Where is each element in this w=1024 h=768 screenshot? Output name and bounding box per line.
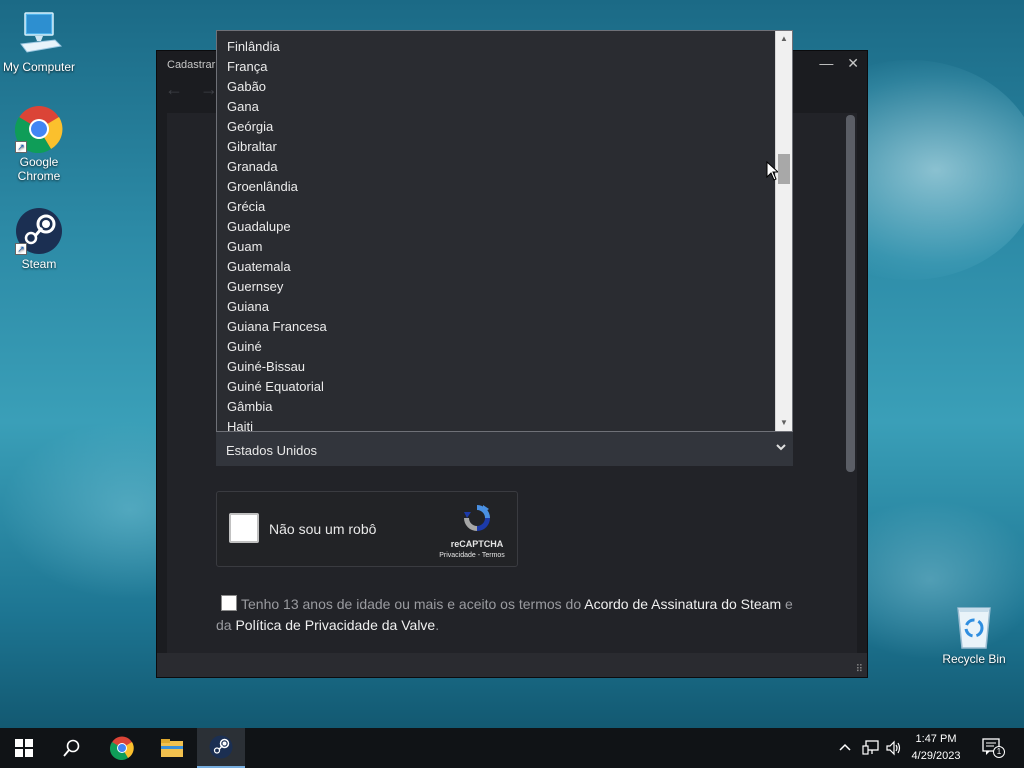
- valve-privacy-policy-link[interactable]: Política de Privacidade da Valve: [235, 617, 435, 633]
- list-item[interactable]: Guiné-Bissau: [217, 357, 775, 377]
- clock-date: 4/29/2023: [911, 750, 961, 762]
- recaptcha-widget: Não sou um robô reCAPTCHA Privacidade - …: [216, 491, 518, 567]
- window-status-bar: ⠿: [157, 653, 867, 677]
- chrome-icon: ↗: [14, 105, 63, 154]
- recaptcha-logo-icon: [461, 502, 493, 534]
- scroll-up-arrow-icon[interactable]: ▲: [776, 31, 792, 47]
- dropdown-items: Finlândia França Gabão Gana Geórgia Gibr…: [217, 31, 775, 431]
- close-button[interactable]: ✕: [847, 55, 859, 71]
- resize-grip-icon[interactable]: ⠿: [856, 664, 863, 675]
- clock-time: 1:47 PM: [915, 733, 957, 745]
- scroll-down-arrow-icon[interactable]: ▼: [776, 415, 792, 431]
- country-select[interactable]: Estados Unidos: [216, 432, 793, 466]
- recaptcha-checkbox[interactable]: [229, 513, 259, 543]
- agreement-text-3: .: [435, 617, 440, 633]
- list-item[interactable]: Gabão: [217, 77, 775, 97]
- list-item-partial[interactable]: [217, 31, 775, 37]
- chevron-down-icon: [775, 441, 787, 456]
- list-item[interactable]: Guiné: [217, 337, 775, 357]
- list-item[interactable]: Guiana Francesa: [217, 317, 775, 337]
- desktop-icon-label: Google Chrome: [17, 155, 61, 183]
- list-item[interactable]: Granada: [217, 157, 775, 177]
- taskbar: 1:47 PM 4/29/2023 1: [0, 728, 1024, 768]
- desktop-icon-label: Steam: [21, 257, 57, 271]
- agreement-text-1: Tenho 13 anos de idade ou mais e aceito …: [241, 596, 585, 612]
- desktop-icon-steam[interactable]: ↗ Steam: [1, 207, 77, 271]
- list-item[interactable]: França: [217, 57, 775, 77]
- network-icon[interactable]: [862, 740, 880, 761]
- country-select-value: Estados Unidos: [226, 443, 318, 458]
- country-dropdown-list[interactable]: Finlândia França Gabão Gana Geórgia Gibr…: [216, 30, 793, 432]
- dropdown-scrollbar-thumb[interactable]: [778, 154, 790, 184]
- list-item[interactable]: Finlândia: [217, 37, 775, 57]
- list-item[interactable]: Groenlândia: [217, 177, 775, 197]
- agreement-checkbox[interactable]: [221, 595, 237, 611]
- shortcut-arrow-icon: ↗: [15, 243, 27, 255]
- desktop-icon-recycle-bin[interactable]: Recycle Bin: [936, 602, 1012, 666]
- list-item[interactable]: Guernsey: [217, 277, 775, 297]
- content-scrollbar-thumb[interactable]: [846, 115, 855, 472]
- notification-center-button[interactable]: 1: [982, 738, 1005, 758]
- chrome-icon: [110, 736, 134, 760]
- recaptcha-brand: reCAPTCHA: [450, 539, 504, 549]
- list-item[interactable]: Grécia: [217, 197, 775, 217]
- window-title: Cadastrar: [167, 59, 216, 71]
- folder-icon: [161, 739, 183, 757]
- list-item[interactable]: Guiné Equatorial: [217, 377, 775, 397]
- system-clock[interactable]: 1:47 PM 4/29/2023: [906, 731, 966, 765]
- shortcut-arrow-icon: ↗: [15, 141, 27, 153]
- desktop-icon-label: Recycle Bin: [942, 652, 1006, 666]
- list-item[interactable]: Gibraltar: [217, 137, 775, 157]
- steam-icon: ↗: [15, 207, 63, 255]
- start-button[interactable]: [0, 728, 48, 768]
- tray-chevron-up-icon[interactable]: [838, 740, 852, 759]
- back-arrow-icon[interactable]: ←: [165, 79, 183, 99]
- search-icon: [63, 739, 80, 757]
- agreement-text: Tenho 13 anos de idade ou mais e aceito …: [216, 594, 796, 636]
- list-item[interactable]: Haiti: [217, 417, 775, 431]
- mouse-cursor-icon: [766, 160, 780, 181]
- dropdown-scrollbar[interactable]: ▲ ▼: [775, 31, 792, 431]
- steam-subscriber-agreement-link[interactable]: Acordo de Assinatura do Steam: [584, 596, 781, 612]
- notification-badge: 1: [993, 746, 1005, 758]
- list-item[interactable]: Geórgia: [217, 117, 775, 137]
- desktop-icon-label: My Computer: [2, 60, 76, 74]
- list-item[interactable]: Guam: [217, 237, 775, 257]
- taskbar-chrome[interactable]: [98, 728, 146, 768]
- list-item[interactable]: Guiana: [217, 297, 775, 317]
- windows-logo-icon: [15, 739, 33, 757]
- search-button[interactable]: [48, 728, 96, 768]
- taskbar-steam[interactable]: [197, 728, 245, 768]
- recaptcha-label: Não sou um robô: [269, 521, 377, 537]
- recycle-bin-icon: [950, 602, 998, 650]
- steam-icon: [209, 735, 233, 759]
- computer-icon: [15, 10, 63, 58]
- minimize-button[interactable]: —: [819, 55, 833, 71]
- window-controls: — ✕: [809, 55, 859, 72]
- list-item[interactable]: Guadalupe: [217, 217, 775, 237]
- desktop-icon-my-computer[interactable]: My Computer: [1, 10, 77, 74]
- list-item[interactable]: Guatemala: [217, 257, 775, 277]
- desktop-icon-google-chrome[interactable]: ↗ Google Chrome: [1, 105, 77, 183]
- list-item[interactable]: Gâmbia: [217, 397, 775, 417]
- volume-icon[interactable]: [886, 740, 902, 761]
- recaptcha-links[interactable]: Privacidade - Termos: [429, 552, 515, 559]
- taskbar-file-explorer[interactable]: [148, 728, 196, 768]
- list-item[interactable]: Gana: [217, 97, 775, 117]
